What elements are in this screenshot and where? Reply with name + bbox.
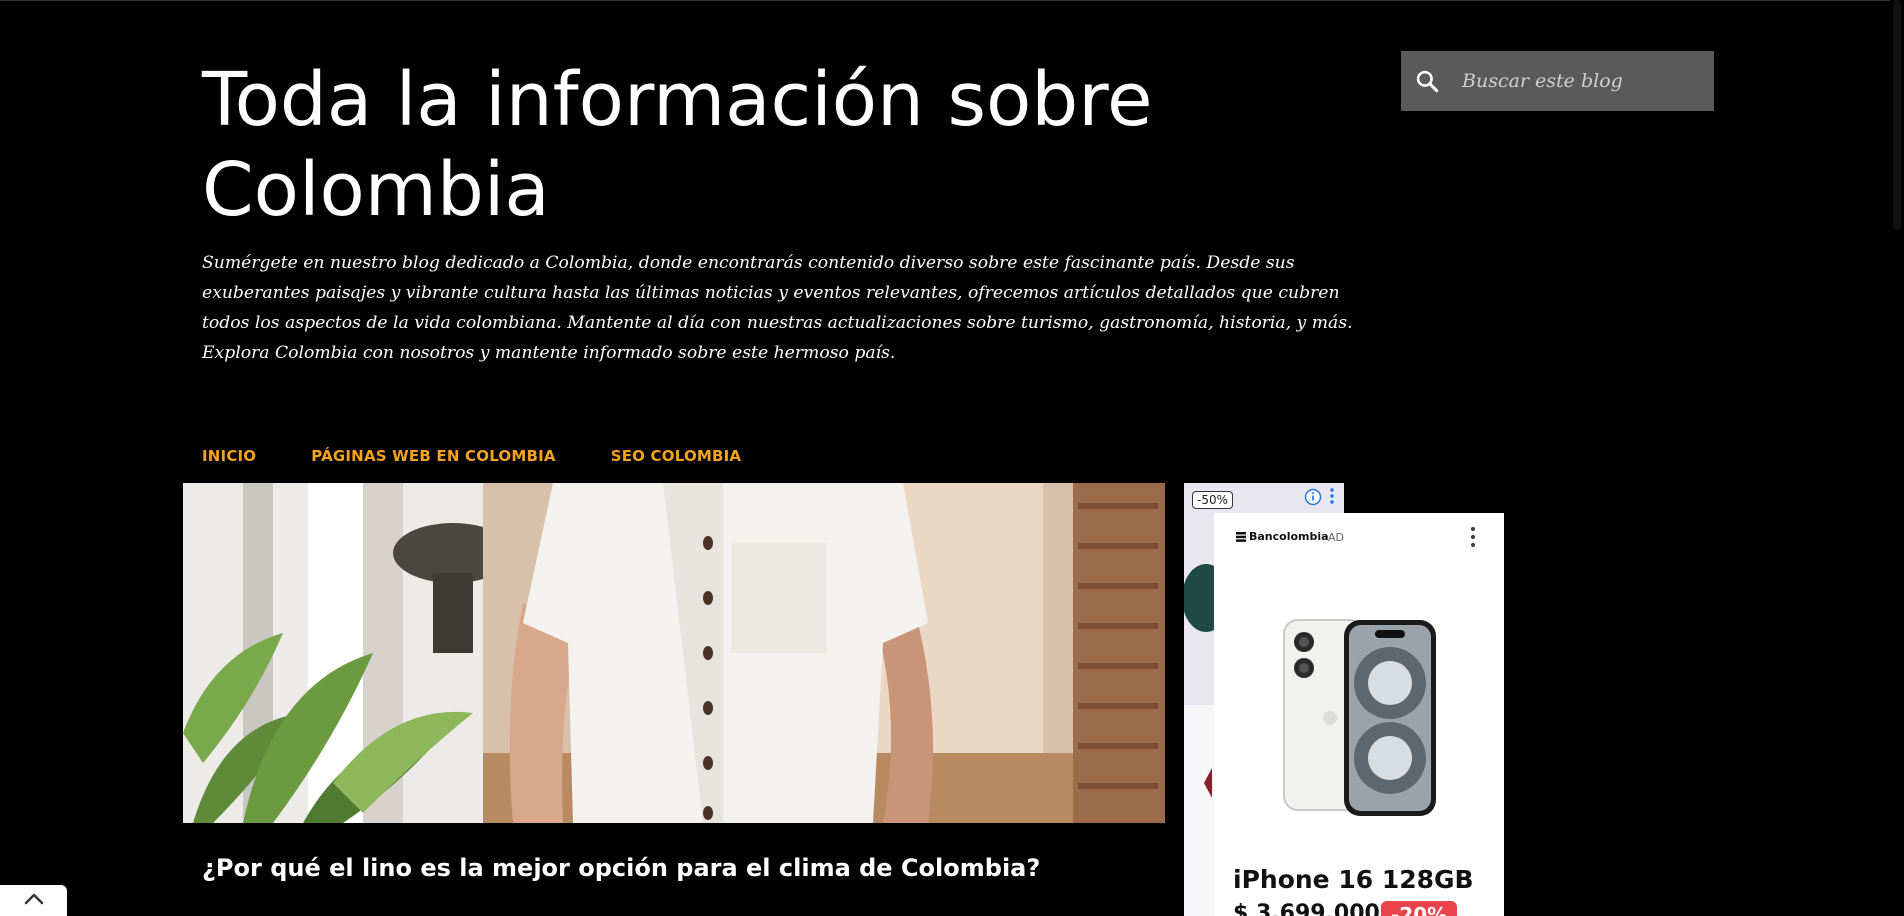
ad-brand-name: Bancolombia — [1249, 530, 1329, 543]
page: Toda la información sobre Colombia Sumér… — [0, 0, 1904, 916]
back-to-top-button[interactable] — [0, 885, 67, 916]
ad-product-name[interactable]: iPhone 16 128GB — [1233, 865, 1474, 894]
search-input[interactable] — [1460, 60, 1704, 102]
blog-description: Sumérgete en nuestro blog dedicado a Col… — [202, 253, 1353, 363]
post-featured-image[interactable] — [183, 483, 1165, 823]
ad-label: AD — [1328, 531, 1344, 544]
ad-brand: Bancolombia — [1236, 530, 1329, 543]
ad-kebab-menu-icon[interactable] — [1469, 525, 1477, 553]
nav-item-inicio[interactable]: INICIO — [202, 447, 256, 465]
nav-item-seo[interactable]: SEO COLOMBIA — [611, 447, 742, 465]
top-border — [0, 0, 1904, 1]
scrollbar-thumb[interactable] — [1893, 0, 1901, 230]
product-image[interactable] — [1282, 618, 1442, 822]
search-icon[interactable] — [1412, 66, 1442, 96]
post-title[interactable]: ¿Por qué el lino es la mejor opción para… — [202, 852, 1040, 884]
main-nav: INICIO PÁGINAS WEB EN COLOMBIA SEO COLOM… — [202, 447, 796, 465]
ad-discount-badge: -50% — [1192, 491, 1234, 509]
ad-price: $ 3.699.000 — [1233, 901, 1380, 916]
chevron-up-icon — [23, 891, 45, 910]
scrollbar[interactable] — [1890, 0, 1904, 916]
ad-discount-tag: -20% — [1381, 901, 1458, 916]
nav-item-paginas-web[interactable]: PÁGINAS WEB EN COLOMBIA — [311, 447, 555, 465]
bancolombia-logo-icon — [1236, 531, 1246, 542]
ad-card[interactable]: Bancolombia AD iPhone 16 128GB $ 3.699.0… — [1214, 513, 1504, 916]
kebab-menu-icon[interactable] — [1328, 487, 1336, 509]
info-icon[interactable] — [1304, 488, 1322, 510]
search-box[interactable] — [1401, 51, 1714, 111]
blog-title[interactable]: Toda la información sobre Colombia — [202, 55, 1202, 235]
post-image-illustration — [183, 483, 1165, 823]
